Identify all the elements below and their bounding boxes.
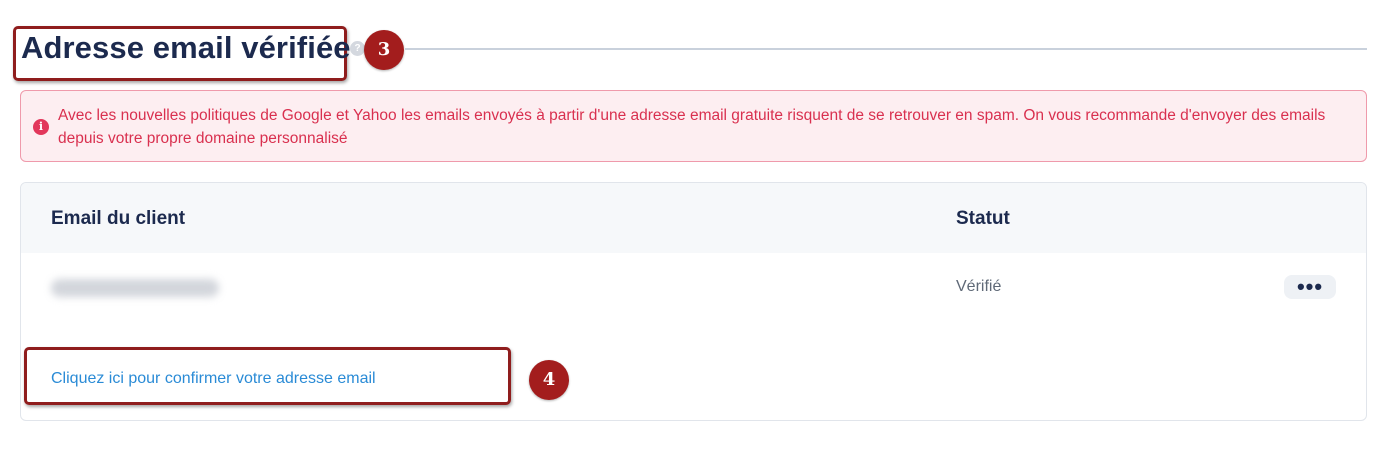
confirm-email-link[interactable]: Cliquez ici pour confirmer votre adresse…	[51, 370, 376, 388]
title-divider	[405, 48, 1367, 50]
info-icon: i	[33, 119, 49, 135]
table-header: Email du client Statut	[21, 183, 1366, 253]
page-title: Adresse email vérifiée	[21, 30, 351, 65]
step-badge-3: 3	[364, 30, 404, 70]
column-header-status: Statut	[956, 208, 1010, 229]
verified-email-section: Adresse email vérifiée ? 3 i Avec les no…	[0, 0, 1381, 463]
spam-warning-alert: i Avec les nouvelles politiques de Googl…	[20, 90, 1367, 162]
more-horizontal-icon: •••	[1296, 274, 1324, 299]
step-badge-4: 4	[529, 360, 569, 400]
client-email-redacted	[51, 279, 219, 297]
more-actions-button[interactable]: •••	[1284, 275, 1336, 299]
email-table: Email du client Statut Vérifié ••• Cliqu…	[20, 182, 1367, 421]
help-icon[interactable]: ?	[350, 41, 365, 56]
alert-message: Avec les nouvelles politiques de Google …	[58, 107, 1326, 147]
column-header-email: Email du client	[51, 208, 186, 229]
status-value: Vérifié	[956, 278, 1002, 295]
